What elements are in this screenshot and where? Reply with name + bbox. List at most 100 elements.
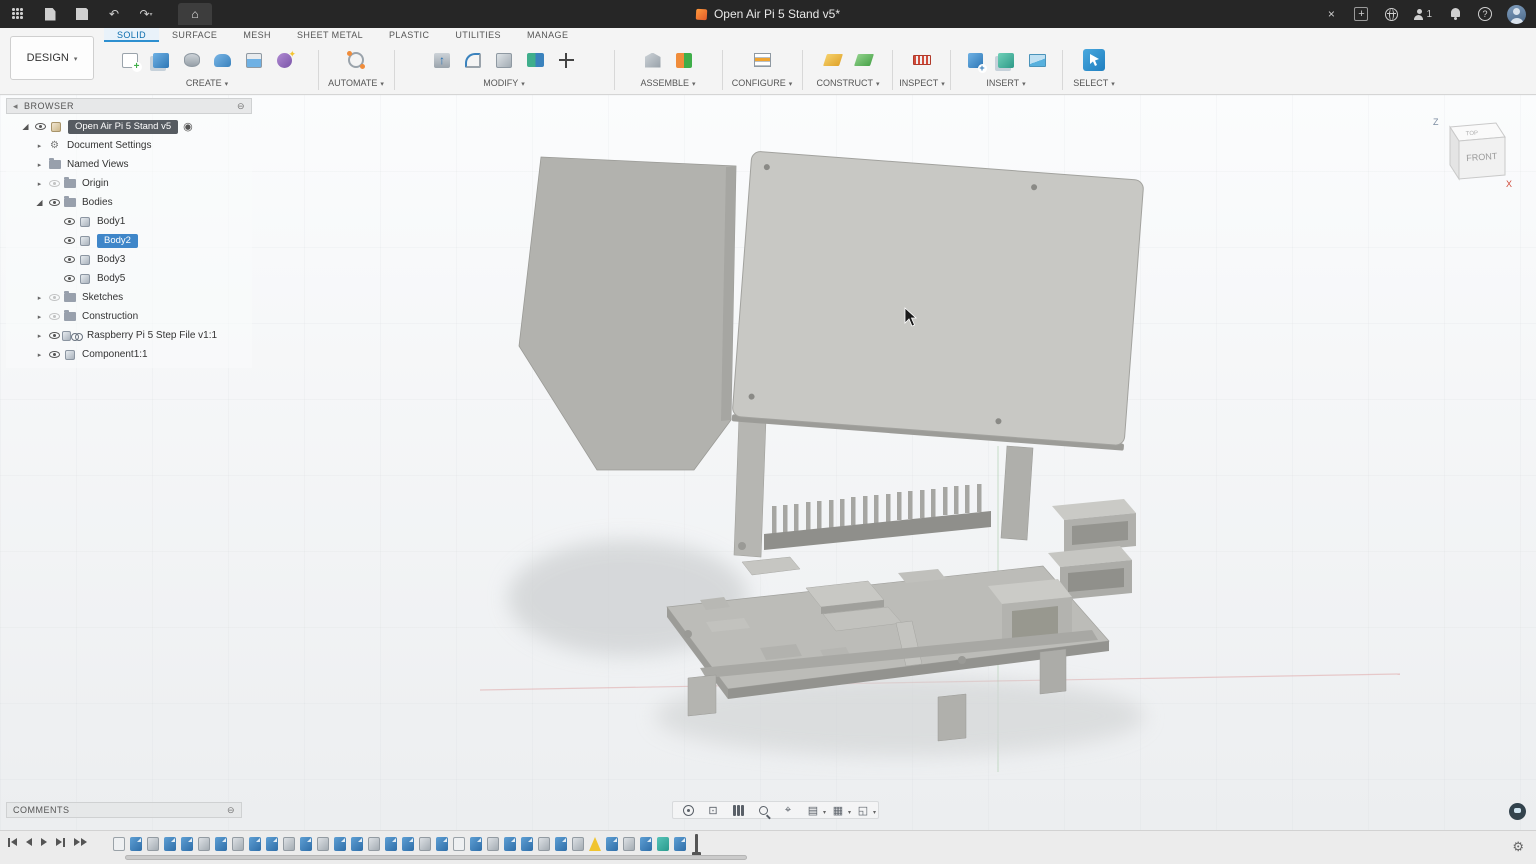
timeline-feature-icon[interactable] — [368, 837, 380, 851]
timeline-feature-icon[interactable] — [198, 837, 210, 851]
timeline-component-icon[interactable] — [453, 837, 465, 851]
fit-icon[interactable]: ⌖ — [781, 803, 795, 817]
press-pull-button[interactable] — [429, 46, 455, 74]
body-back-plate[interactable] — [519, 157, 736, 470]
step-back-button[interactable] — [26, 836, 32, 848]
visibility-eye-icon[interactable] — [49, 351, 60, 358]
tree-item-sketches[interactable]: ▸ Sketches — [6, 288, 252, 307]
visibility-eye-icon[interactable] — [49, 332, 60, 339]
gpio-pin-header[interactable] — [764, 484, 991, 550]
collapse-panel-icon[interactable]: ◂ — [13, 101, 18, 112]
tab-manage[interactable]: MANAGE — [514, 28, 581, 42]
timeline-settings-gear-icon[interactable]: ⚙ — [1512, 839, 1524, 855]
construct-plane-button[interactable] — [820, 46, 846, 74]
timeline-sketch-icon[interactable] — [521, 837, 533, 851]
timeline-feature-icon[interactable] — [572, 837, 584, 851]
configure-button[interactable] — [749, 46, 775, 74]
notifications-bell-icon[interactable] — [1447, 6, 1463, 22]
expand-arrow-icon[interactable]: ▸ — [38, 332, 42, 340]
automate-dropdown[interactable]: AUTOMATE — [328, 78, 384, 88]
panel-options-icon[interactable]: ⊖ — [227, 805, 235, 816]
pattern-button[interactable]: ✦ — [272, 46, 298, 74]
timeline-sketch-icon[interactable] — [215, 837, 227, 851]
expand-arrow-icon[interactable]: ▸ — [38, 161, 42, 169]
combine-button[interactable] — [522, 46, 548, 74]
timeline-sketch-icon[interactable] — [351, 837, 363, 851]
visibility-eye-icon[interactable] — [49, 313, 60, 320]
tree-item-body5[interactable]: Body5 — [6, 269, 252, 288]
tree-item-named-views[interactable]: ▸ Named Views — [6, 155, 252, 174]
shell-button[interactable] — [491, 46, 517, 74]
timeline-feature-icon[interactable] — [623, 837, 635, 851]
timeline-feature-icon[interactable] — [232, 837, 244, 851]
timeline-sketch-icon[interactable] — [130, 837, 142, 851]
timeline-playhead-marker[interactable] — [695, 834, 698, 854]
timeline-sketch-icon[interactable] — [385, 837, 397, 851]
expand-arrow-icon[interactable]: ▸ — [38, 313, 42, 321]
timeline-teal-icon[interactable] — [657, 837, 669, 851]
stand-arm-right[interactable] — [1001, 446, 1033, 540]
timeline-feature-icon[interactable] — [283, 837, 295, 851]
timeline-sketch-icon[interactable] — [249, 837, 261, 851]
insert-mesh-button[interactable] — [993, 46, 1019, 74]
timeline-sketch-icon[interactable] — [402, 837, 414, 851]
expand-arrow-icon[interactable]: ◢ — [22, 122, 28, 131]
expand-arrow-icon[interactable]: ▸ — [38, 294, 42, 302]
timeline-sketch-icon[interactable] — [300, 837, 312, 851]
display-settings-icon[interactable]: ▤▾ — [806, 803, 820, 817]
tree-item-body3[interactable]: Body3 — [6, 250, 252, 269]
slider-handle[interactable] — [125, 855, 747, 860]
timeline-feature-icon[interactable] — [317, 837, 329, 851]
tree-item-root[interactable]: ◢ Open Air Pi 5 Stand v5 ◉ — [6, 117, 252, 136]
timeline-sketch-icon[interactable] — [470, 837, 482, 851]
new-component-button[interactable] — [640, 46, 666, 74]
loft-button[interactable] — [241, 46, 267, 74]
timeline-sketch-icon[interactable] — [504, 837, 516, 851]
viewports-icon[interactable]: ◱▾ — [856, 803, 870, 817]
visibility-eye-icon[interactable] — [49, 180, 60, 187]
visibility-eye-icon[interactable] — [64, 275, 75, 282]
collaborators-badge[interactable]: 1 — [1414, 9, 1432, 20]
tree-item-body1[interactable]: Body1 — [6, 212, 252, 231]
visibility-eye-icon[interactable] — [49, 199, 60, 206]
tab-sheet-metal[interactable]: SHEET METAL — [284, 28, 376, 42]
help-icon[interactable]: ? — [1478, 7, 1492, 21]
timeline-zoom-slider[interactable] — [125, 855, 747, 860]
tree-item-raspberry-pi-step-file[interactable]: ▸ Raspberry Pi 5 Step File v1:1 — [6, 326, 252, 345]
tab-mesh[interactable]: MESH — [230, 28, 284, 42]
construct-dropdown[interactable]: CONSTRUCT — [816, 78, 879, 88]
tree-item-document-settings[interactable]: ▸ ⚙ Document Settings — [6, 136, 252, 155]
activate-component-icon[interactable]: ◉ — [183, 120, 193, 133]
grid-settings-icon[interactable]: ▦▾ — [831, 803, 845, 817]
home-tab[interactable]: ⌂ — [178, 3, 212, 25]
insert-derive-button[interactable] — [962, 46, 988, 74]
insert-dropdown[interactable]: INSERT — [986, 78, 1025, 88]
tab-solid[interactable]: SOLID — [104, 28, 159, 42]
insert-canvas-button[interactable] — [1024, 46, 1050, 74]
file-menu-icon[interactable] — [42, 6, 58, 22]
timeline-feature-icon[interactable] — [538, 837, 550, 851]
create-sketch-button[interactable]: + — [117, 46, 143, 74]
timeline-sketch-icon[interactable] — [606, 837, 618, 851]
tab-utilities[interactable]: UTILITIES — [442, 28, 514, 42]
timeline-sketch-icon[interactable] — [674, 837, 686, 851]
step-forward-button[interactable] — [56, 836, 65, 848]
tab-surface[interactable]: SURFACE — [159, 28, 230, 42]
viewcube[interactable]: Z TOP FRONT X — [1430, 113, 1514, 191]
timeline-sketch-icon[interactable] — [266, 837, 278, 851]
revolve-button[interactable] — [179, 46, 205, 74]
select-dropdown[interactable]: SELECT — [1073, 78, 1115, 88]
redo-icon[interactable]: ↷▾ — [138, 6, 154, 22]
assemble-dropdown[interactable]: ASSEMBLE — [640, 78, 695, 88]
body-display-panel[interactable] — [732, 151, 1144, 451]
timeline-feature-icon[interactable] — [147, 837, 159, 851]
create-dropdown[interactable]: CREATE — [186, 78, 228, 88]
timeline-sketch-icon[interactable] — [436, 837, 448, 851]
visibility-eye-icon[interactable] — [49, 294, 60, 301]
joint-button[interactable] — [671, 46, 697, 74]
timeline-component-icon[interactable] — [113, 837, 125, 851]
tree-item-component1[interactable]: ▸ Component1:1 — [6, 345, 252, 364]
extensions-icon[interactable]: + — [1354, 7, 1368, 21]
extrude-button[interactable] — [148, 46, 174, 74]
panel-options-icon[interactable]: ⊖ — [237, 101, 245, 112]
